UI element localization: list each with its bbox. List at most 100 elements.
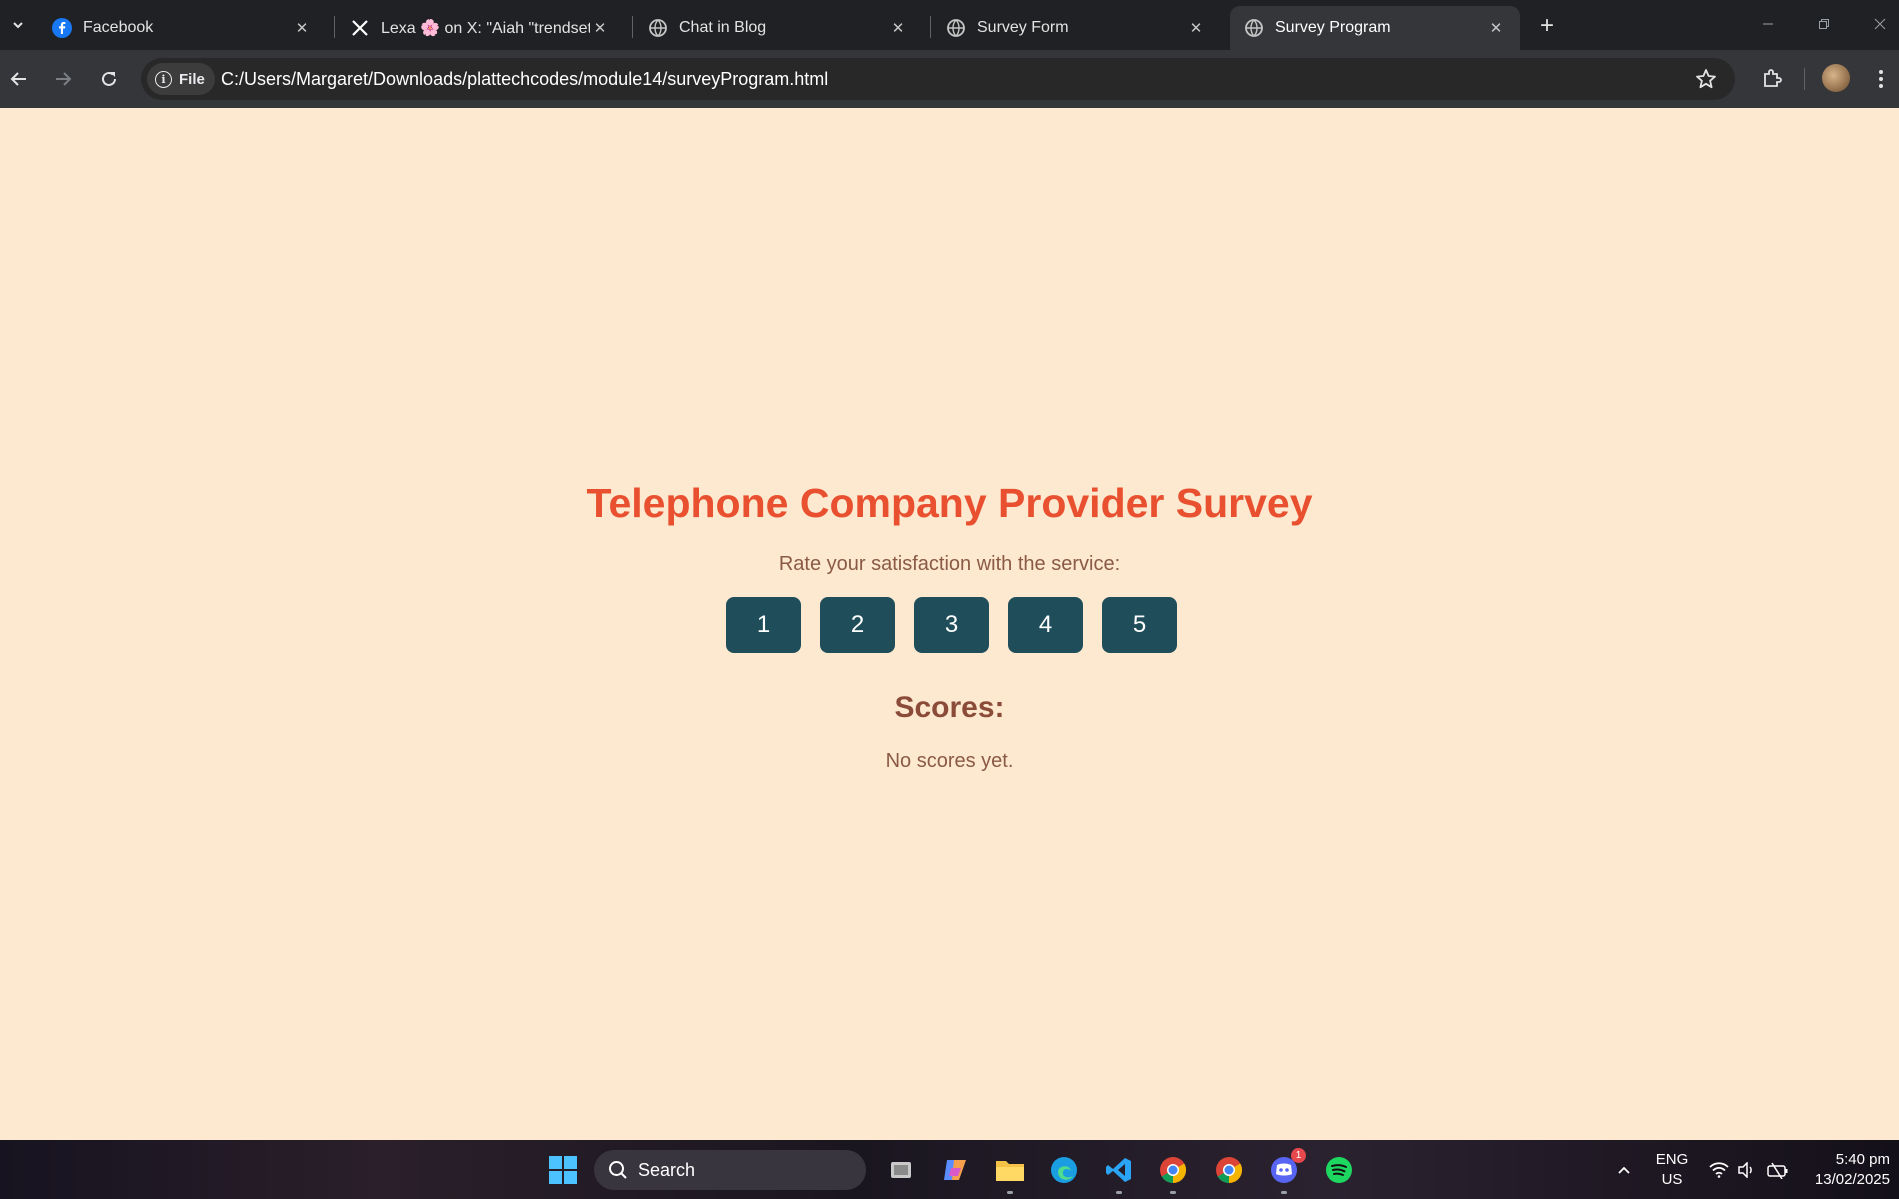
restore-icon [1819,19,1829,29]
spotify-app[interactable] [1321,1152,1357,1188]
survey-title: Telephone Company Provider Survey [586,480,1313,526]
tab-survey-form[interactable]: Survey Form ✕ [932,6,1220,50]
profile-avatar[interactable] [1822,64,1850,92]
url-text[interactable]: C:/Users/Margaret/Downloads/plattechcode… [221,69,828,90]
file-explorer-app[interactable] [992,1152,1028,1194]
tab-title: Survey Form [977,19,1069,36]
restore-button[interactable] [1804,8,1844,40]
site-info-chip[interactable]: i File [147,63,215,95]
discord-app[interactable]: 1 [1266,1148,1306,1194]
taskbar-search[interactable]: Search [594,1150,866,1190]
close-icon[interactable]: ✕ [590,18,610,38]
language-code: ENG [1655,1151,1689,1168]
edge-app[interactable] [1046,1152,1082,1188]
running-indicator [1170,1191,1176,1194]
tab-x-post[interactable]: Lexa 🌸 on X: "Aiah "trendsetter" ✕ [336,6,624,50]
globe-icon [946,18,966,38]
start-button[interactable] [545,1152,581,1188]
speaker-icon [1738,1161,1752,1178]
chevron-down-icon [13,22,23,29]
vscode-app[interactable] [1101,1152,1137,1194]
search-icon [609,1161,627,1179]
address-bar[interactable]: i File C:/Users/Margaret/Downloads/platt… [141,58,1735,100]
running-indicator [1116,1191,1122,1194]
battery-button[interactable] [1764,1140,1792,1199]
window-close-button[interactable] [1860,8,1899,40]
rating-button-3[interactable]: 3 [914,597,989,653]
clock-time: 5:40 pm [1835,1151,1890,1168]
site-info-label: File [179,70,205,88]
arrow-right-icon [56,72,72,86]
puzzle-icon [1764,69,1782,87]
menu-button[interactable] [1868,64,1894,94]
show-hidden-icons-button[interactable] [1612,1140,1636,1199]
chevron-up-icon [1618,1166,1630,1174]
copilot-icon [944,1160,966,1180]
running-indicator [1281,1191,1287,1194]
rating-button-4[interactable]: 4 [1008,597,1083,653]
toolbar-divider [1804,68,1805,90]
minimize-icon [1763,23,1773,25]
language-indicator[interactable]: ENG US [1645,1150,1699,1190]
rating-buttons: 1 2 3 4 5 [726,597,1177,653]
tab-chat-in-blog[interactable]: Chat in Blog ✕ [634,6,922,50]
wifi-button[interactable] [1706,1140,1732,1199]
tab-strip: Facebook ✕ Lexa 🌸 on X: "Aiah "trendsett… [0,0,1899,50]
close-icon[interactable]: ✕ [1486,18,1506,38]
tab-title: Chat in Blog [679,19,767,36]
search-label: Search [638,1159,696,1180]
tab-divider [334,16,335,38]
chrome-icon [1216,1157,1243,1184]
minimize-button[interactable] [1748,8,1788,40]
chrome-profile-app[interactable] [1155,1152,1191,1194]
rating-prompt: Rate your satisfaction with the service: [778,553,1121,575]
tab-title: Survey Program [1275,19,1391,36]
folder-icon [996,1161,1024,1181]
globe-icon [648,18,668,38]
tab-survey-program[interactable]: Survey Program ✕ [1230,6,1520,50]
rating-button-5[interactable]: 5 [1102,597,1177,653]
forward-button[interactable] [48,64,78,94]
rating-button-1[interactable]: 1 [726,597,801,653]
tab-search-menu-button[interactable] [2,9,34,41]
volume-button[interactable] [1734,1140,1758,1199]
rating-button-2[interactable]: 2 [820,597,895,653]
spotify-icon [1326,1157,1352,1183]
browser-toolbar: i File C:/Users/Margaret/Downloads/platt… [0,50,1899,108]
info-icon: i [155,70,172,88]
globe-icon [1244,18,1264,38]
tab-facebook[interactable]: Facebook ✕ [38,6,326,50]
vscode-icon [1106,1158,1131,1182]
wifi-icon [1709,1161,1729,1178]
scores-list: No scores yet. [885,750,1014,772]
close-icon[interactable]: ✕ [292,18,312,38]
arrow-left-icon [10,72,26,86]
battery-saver-icon [1767,1162,1788,1179]
tab-divider [632,16,633,38]
edge-icon [1051,1157,1077,1183]
region-code: US [1661,1171,1683,1188]
facebook-icon [52,18,72,38]
bookmark-star-icon[interactable] [1695,68,1717,90]
windows-logo-icon [549,1156,577,1184]
back-button[interactable] [4,64,34,94]
reload-button[interactable] [94,64,124,94]
notification-badge: 1 [1291,1148,1306,1163]
close-icon[interactable]: ✕ [888,18,908,38]
chrome-icon [1160,1157,1187,1184]
clock-date: 13/02/2025 [1814,1171,1890,1188]
tab-title: Lexa 🌸 on X: "Aiah "trendsetter" [381,20,590,37]
new-tab-button[interactable]: + [1532,11,1562,41]
running-indicator [1007,1191,1013,1194]
taskbar: Search 1 ENG US 5:40 pm 13/02/2025 [0,1140,1899,1199]
extensions-button[interactable] [1757,64,1787,94]
chrome-app[interactable] [1211,1152,1247,1188]
x-logo-icon [350,18,370,38]
tab-divider [930,16,931,38]
close-icon[interactable]: ✕ [1186,18,1206,38]
tab-title: Facebook [83,19,154,36]
clock[interactable]: 5:40 pm 13/02/2025 [1800,1150,1890,1190]
copilot-app[interactable] [937,1152,973,1188]
task-view-button[interactable] [883,1152,919,1188]
more-vertical-icon [1879,70,1883,88]
